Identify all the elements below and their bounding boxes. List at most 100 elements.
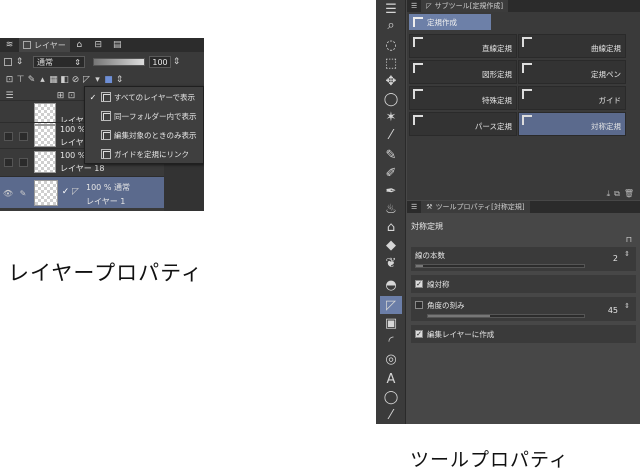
blend-icon[interactable]: ❦: [380, 254, 402, 272]
lock-icon[interactable]: ▴: [37, 75, 48, 85]
menu-item-label: すべてのレイヤーで表示: [114, 92, 195, 102]
zoom-icon[interactable]: ⌕: [380, 16, 402, 34]
menu-icon[interactable]: ☰: [411, 203, 417, 211]
visibility-toggle[interactable]: [0, 123, 16, 149]
line-count-value[interactable]: 2: [613, 254, 618, 263]
layer-opacity-text: 100 %: [60, 151, 86, 160]
angle-step-checkbox[interactable]: [415, 301, 423, 309]
angle-step-value[interactable]: 45: [608, 306, 618, 315]
tool-ruler-pen[interactable]: 定規ペン: [518, 60, 626, 84]
tool-name: ガイド: [598, 96, 622, 105]
menu-icon[interactable]: ☰: [411, 2, 417, 10]
select-icon[interactable]: ◯: [380, 90, 402, 108]
layer-tabbar: ≋ レイヤー ⌂ ⊟ ▤: [0, 38, 204, 52]
ruler-display-icon[interactable]: ◸: [81, 75, 92, 85]
visibility-toggle[interactable]: [0, 149, 16, 175]
property-tab[interactable]: ⚒ ツールプロパティ[対称定規]: [421, 201, 530, 213]
eye-icon[interactable]: 👁: [0, 177, 16, 209]
mask-disable-icon[interactable]: ⊘: [70, 75, 81, 85]
subtool-tab-icon: ◸: [426, 2, 432, 10]
chevron-updown-icon[interactable]: ⇕: [14, 57, 25, 67]
trash-icon[interactable]: 🗑: [624, 189, 634, 199]
ruler-tool-icon[interactable]: ◸: [380, 296, 402, 314]
tool-straight-ruler[interactable]: 直線定規: [409, 34, 517, 58]
subtool-group-tab[interactable]: 定規作成: [409, 14, 491, 30]
blend-mode-select[interactable]: 通常 ⇕: [33, 56, 85, 68]
draft-icon[interactable]: ✎: [26, 75, 37, 85]
layer-color-swatch-icon[interactable]: ■: [103, 75, 114, 85]
opacity-slider[interactable]: [93, 58, 145, 66]
line-symmetry-checkbox[interactable]: ✓: [415, 280, 423, 288]
pen-icon[interactable]: ✎: [380, 146, 402, 164]
subtool-tab[interactable]: ◸ サブツール[定規作成]: [421, 0, 509, 12]
line-symmetry-row: ✓ 線対称: [411, 275, 636, 293]
tool-shape-ruler[interactable]: 図形定規: [409, 60, 517, 84]
lock-icon[interactable]: ⊓: [626, 235, 632, 244]
ruler-icon: [413, 37, 423, 47]
menu-item-show-when-editing[interactable]: 編集対象のときのみ表示: [85, 126, 203, 144]
chevron-updown-icon: ⇕: [74, 57, 81, 67]
tool-symmetry-ruler[interactable]: 対称定規: [518, 112, 626, 136]
figure-icon[interactable]: ◜: [380, 332, 402, 350]
eyedropper-icon[interactable]: ⁄: [380, 126, 402, 144]
chevron-updown-icon[interactable]: ⇕: [114, 75, 125, 85]
correct-line-icon[interactable]: ⁄: [380, 406, 402, 424]
menu-item-show-all-layers[interactable]: ✓ すべてのレイヤーで表示: [85, 88, 203, 106]
tool-special-ruler[interactable]: 特殊定規: [409, 86, 517, 110]
operation-icon[interactable]: ⬚: [380, 54, 402, 72]
line-count-row: 線の本数 2 ⇕: [411, 247, 636, 271]
edit-target-toggle[interactable]: [16, 123, 30, 149]
reference-icon[interactable]: ⊤: [15, 75, 26, 85]
balloon-icon[interactable]: ◯: [380, 388, 402, 406]
lock-transparent-icon[interactable]: ▦: [48, 75, 59, 85]
chevron-updown-icon[interactable]: ⇕: [624, 251, 630, 258]
opacity-value[interactable]: 100: [149, 56, 171, 68]
pen-icon[interactable]: ✎: [16, 177, 30, 209]
tool-name: パース定規: [474, 122, 512, 131]
gradient-icon[interactable]: ▣: [380, 314, 402, 332]
create-on-edit-layer-label: 編集レイヤーに作成: [427, 330, 495, 339]
tab-layer[interactable]: レイヤー: [19, 38, 70, 52]
tool-perspective-ruler[interactable]: パース定規: [409, 112, 517, 136]
fill-icon[interactable]: ◓: [380, 276, 402, 294]
chevron-updown-icon[interactable]: ⇕: [171, 57, 182, 67]
tool-guide[interactable]: ガイド: [518, 86, 626, 110]
tab-layer-search-icon[interactable]: ⊟: [89, 38, 108, 52]
create-on-edit-layer-checkbox[interactable]: ✓: [415, 330, 423, 338]
layer-opacity-text: 100 % 通常: [86, 183, 130, 192]
layer-row-selected[interactable]: 👁 ✎ ✓ ◸ 100 % 通常 レイヤー 1: [0, 176, 164, 208]
ruler-icon: [101, 111, 111, 121]
tab-folder-icon[interactable]: ⌂: [70, 38, 89, 52]
import-icon[interactable]: ⤓: [607, 189, 611, 199]
magic-wand-icon[interactable]: ✶: [380, 108, 402, 126]
layer-color-icon[interactable]: [4, 58, 12, 66]
tab-animation-icon[interactable]: ▤: [108, 38, 127, 52]
menu-item-link-guide[interactable]: ガイドを定規にリンク: [85, 145, 203, 163]
pencil-icon[interactable]: ✐: [380, 164, 402, 182]
layer-name: レイヤ: [60, 138, 84, 147]
chevron-down-icon[interactable]: ▾: [92, 75, 103, 85]
ruler-icon: [413, 63, 423, 73]
duplicate-icon[interactable]: ⧉: [614, 189, 620, 199]
clip-icon[interactable]: ⊡: [4, 75, 15, 85]
layer-name: レイヤー 1: [86, 197, 126, 206]
brush-icon[interactable]: ✒: [380, 182, 402, 200]
tool-curve-ruler[interactable]: 曲線定規: [518, 34, 626, 58]
eraser-icon[interactable]: ◆: [380, 236, 402, 254]
move-icon[interactable]: ✥: [380, 72, 402, 90]
airbrush-icon[interactable]: ♨: [380, 200, 402, 218]
line-count-slider[interactable]: [415, 264, 585, 268]
frame-icon[interactable]: ◎: [380, 350, 402, 368]
decoration-icon[interactable]: ⌂: [380, 218, 402, 236]
text-icon[interactable]: A: [380, 370, 402, 388]
angle-step-slider[interactable]: [427, 314, 585, 318]
chevron-updown-icon[interactable]: ⇕: [624, 303, 630, 310]
edit-target-toggle[interactable]: [16, 149, 30, 175]
check-icon: ✓: [89, 92, 97, 102]
mask-icon[interactable]: ◧: [59, 75, 70, 85]
layer-opacity-text: 100 %: [60, 125, 86, 134]
menu-item-show-in-folder[interactable]: 同一フォルダー内で表示: [85, 107, 203, 125]
menu-item-label: 同一フォルダー内で表示: [114, 111, 197, 121]
lasso-icon[interactable]: ◌: [380, 36, 402, 54]
layers-icon[interactable]: ≋: [0, 38, 19, 52]
